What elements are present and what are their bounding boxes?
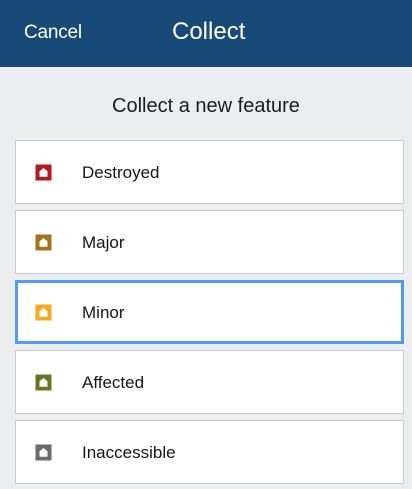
feature-type-label: Inaccessible bbox=[82, 443, 176, 462]
house-icon bbox=[35, 234, 52, 251]
house-icon bbox=[35, 374, 52, 391]
page-title: Collect bbox=[172, 18, 246, 45]
feature-type-label: Minor bbox=[82, 303, 125, 322]
feature-type-label: Major bbox=[82, 233, 125, 252]
house-icon bbox=[35, 444, 52, 461]
house-icon bbox=[35, 164, 52, 181]
feature-type-label: Affected bbox=[82, 373, 145, 392]
feature-type-minor[interactable]: Minor bbox=[15, 280, 404, 344]
feature-type-major[interactable]: Major bbox=[15, 210, 404, 274]
navigation-bar: Cancel Collect bbox=[0, 0, 412, 67]
feature-type-list: Destroyed Major Minor Affected Inaccessible bbox=[15, 140, 404, 489]
feature-type-label: Destroyed bbox=[82, 163, 160, 182]
feature-type-destroyed[interactable]: Destroyed bbox=[15, 140, 404, 204]
feature-type-affected[interactable]: Affected bbox=[15, 350, 404, 414]
section-heading: Collect a new feature bbox=[112, 95, 300, 117]
cancel-button[interactable]: Cancel bbox=[24, 22, 82, 44]
house-icon bbox=[35, 304, 52, 321]
feature-type-inaccessible[interactable]: Inaccessible bbox=[15, 420, 404, 484]
